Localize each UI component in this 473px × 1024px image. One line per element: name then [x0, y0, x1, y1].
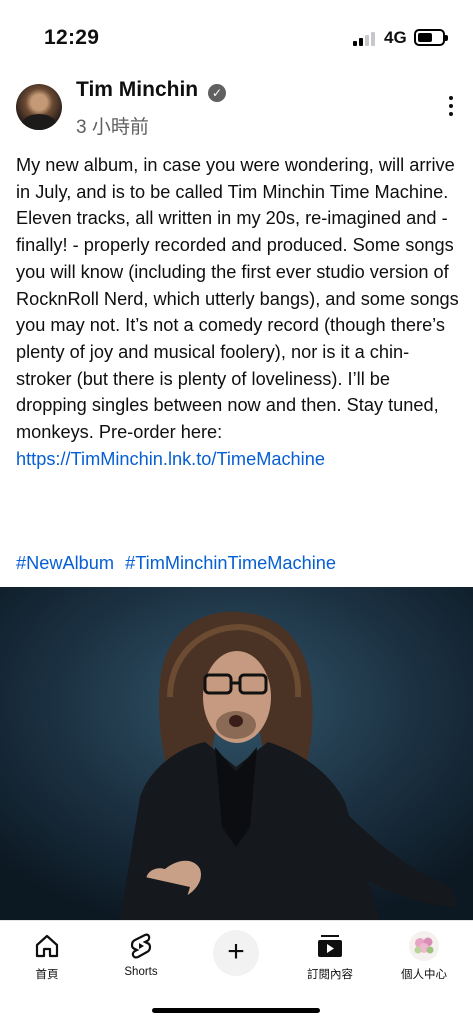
hashtags: #NewAlbum #TimMinchinTimeMachine	[16, 550, 342, 576]
battery-icon	[414, 29, 448, 46]
nav-shorts[interactable]: Shorts	[96, 931, 186, 978]
check-badge-icon: ✓	[208, 84, 226, 102]
plus-icon[interactable]: +	[213, 930, 259, 976]
nav-subscriptions[interactable]: 訂閱內容	[285, 931, 375, 982]
hashtag-newalbum[interactable]: #NewAlbum	[16, 553, 114, 573]
post-image[interactable]	[0, 587, 473, 920]
post-time: 3 小時前	[76, 117, 149, 138]
signal-strength-icon	[353, 32, 377, 46]
nav-you-label: 個人中心	[401, 969, 447, 981]
nav-you[interactable]: 個人中心	[379, 931, 469, 982]
nav-subscriptions-label: 訂閱內容	[307, 969, 353, 981]
home-indicator	[152, 1008, 320, 1013]
hashtag-timminchintimemachine[interactable]: #TimMinchinTimeMachine	[125, 553, 336, 573]
subscriptions-icon	[285, 931, 375, 961]
status-bar: 12:29 4G	[0, 0, 473, 62]
clock: 12:29	[44, 26, 100, 49]
home-icon	[2, 931, 92, 961]
channel-avatar[interactable]	[16, 84, 62, 130]
channel-name[interactable]: Tim Minchin	[76, 78, 198, 102]
network-type: 4G	[384, 28, 407, 47]
kebab-icon[interactable]	[446, 96, 456, 120]
post-body: My new album, in case you were wondering…	[16, 155, 459, 443]
nav-home[interactable]: 首頁	[2, 931, 92, 982]
post-text: My new album, in case you were wondering…	[16, 152, 460, 472]
nav-shorts-label: Shorts	[124, 966, 158, 978]
flower-avatar-icon	[379, 931, 469, 961]
shorts-icon	[96, 931, 186, 961]
preorder-link[interactable]: https://TimMinchin.lnk.to/TimeMachine	[16, 449, 325, 469]
portrait-illustration	[0, 587, 473, 920]
bottom-nav: 首頁 Shorts + 訂閱內容 個人中心	[0, 920, 473, 990]
nav-home-label: 首頁	[35, 969, 59, 981]
